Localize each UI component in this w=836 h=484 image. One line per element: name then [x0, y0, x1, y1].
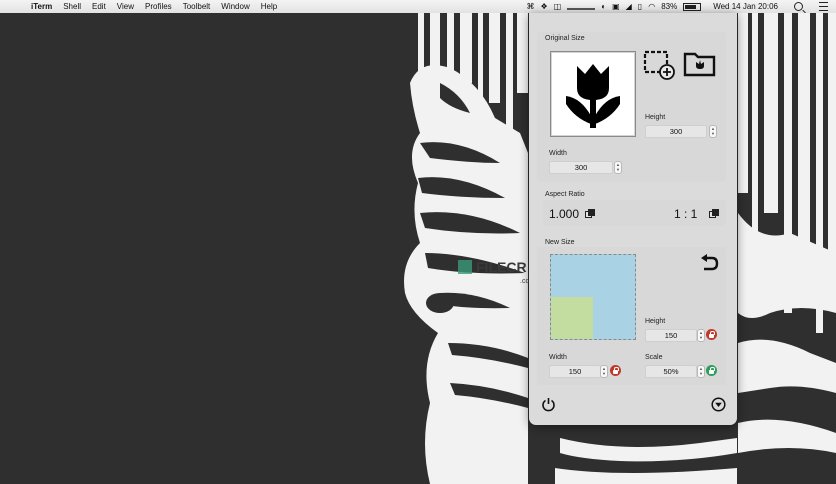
status-menu-icon[interactable]: ⌘ [527, 2, 535, 11]
menu-view[interactable]: View [117, 2, 134, 11]
aspect-decimal-value: 1.000 [549, 207, 580, 221]
new-height-field[interactable]: 150 [645, 329, 697, 342]
scale-label: Scale [645, 354, 663, 361]
scale-stepper[interactable]: ▲ ▼ [697, 365, 705, 378]
menubar-app-icon[interactable]: ▣ [612, 2, 620, 11]
aspect-ratio-value: 1 : 1 [674, 207, 698, 221]
circle-status-icon[interactable]: ◐ [601, 2, 606, 11]
menu-shell[interactable]: Shell [63, 2, 81, 11]
original-image-drop-area[interactable] [550, 51, 636, 137]
new-width-stepper[interactable]: ▲ ▼ [600, 365, 608, 378]
new-width-label: Width [549, 354, 567, 361]
new-width-field[interactable]: 150 [549, 365, 601, 378]
new-size-preview [550, 254, 636, 340]
height-lock-icon[interactable] [706, 329, 717, 340]
original-width-field[interactable]: 300 [549, 161, 613, 174]
select-area-add-icon[interactable] [643, 50, 679, 82]
volume-icon[interactable]: ◢ [626, 2, 632, 11]
scaled-size-preview [551, 297, 593, 339]
tulip-icon [566, 64, 620, 128]
original-width-stepper[interactable]: ▲ ▼ [614, 161, 622, 174]
original-height-field[interactable]: 300 [645, 125, 707, 138]
image-resize-panel: Original Size Height 300 ▲ ▼ Width 300 ▲ ▼… [529, 13, 737, 425]
open-folder-icon[interactable] [683, 50, 717, 78]
original-height-stepper[interactable]: ▲ ▼ [709, 125, 717, 138]
wifi-icon[interactable]: ◠ [648, 2, 655, 11]
clock[interactable]: Wed 14 Jan 20:06 [713, 2, 778, 11]
original-width-label: Width [549, 150, 567, 157]
phone-icon[interactable]: ▯ [638, 2, 642, 11]
copy-decimal-icon[interactable] [585, 209, 595, 218]
menu-toolbelt[interactable]: Toolbelt [183, 2, 211, 11]
power-icon[interactable] [541, 397, 556, 412]
watermark-text: FILECR [476, 259, 527, 275]
reset-undo-icon[interactable] [699, 254, 719, 272]
copy-ratio-icon[interactable] [709, 209, 719, 218]
new-height-label: Height [645, 318, 666, 325]
menu-window[interactable]: Window [221, 2, 249, 11]
battery-icon[interactable] [683, 2, 702, 11]
menu-bar: iTerm Shell Edit View Profiles Toolbelt … [0, 0, 836, 14]
menu-help[interactable]: Help [261, 2, 277, 11]
original-height-label: Height [645, 114, 666, 121]
scale-field[interactable]: 50% [645, 365, 697, 378]
progress-slider[interactable] [567, 7, 596, 10]
width-lock-icon[interactable] [610, 365, 621, 376]
menu-app-name[interactable]: iTerm [31, 2, 52, 11]
scale-lock-icon[interactable] [706, 365, 717, 376]
options-menu-icon[interactable] [711, 397, 726, 412]
search-icon[interactable] [794, 2, 803, 11]
aspect-ratio-label: Aspect Ratio [545, 191, 585, 198]
window-manager-icon[interactable]: ◫ [554, 2, 562, 11]
dropbox-icon[interactable]: ❖ [541, 2, 548, 11]
original-size-label: Original Size [545, 35, 585, 42]
notification-list-icon[interactable] [819, 2, 828, 11]
menu-edit[interactable]: Edit [92, 2, 106, 11]
new-size-label: New Size [545, 239, 575, 246]
battery-percent: 83% [661, 2, 678, 11]
new-height-stepper[interactable]: ▲ ▼ [697, 329, 705, 342]
menu-profiles[interactable]: Profiles [145, 2, 172, 11]
